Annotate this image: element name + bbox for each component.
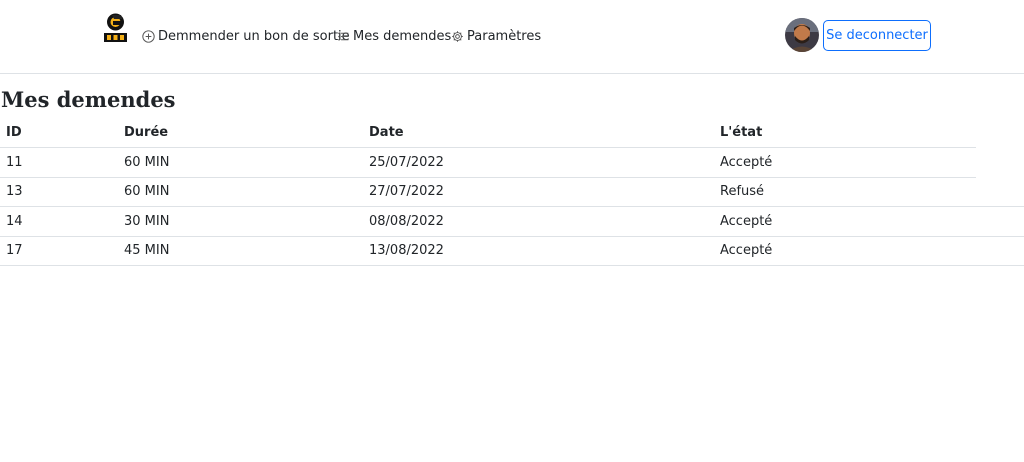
nav-link-label: Demmender un bon de sortie (158, 28, 350, 44)
list-icon (337, 30, 350, 43)
page-title: Mes demendes (1, 87, 176, 112)
cell-status: Refusé (720, 184, 765, 199)
gear-icon (451, 30, 464, 43)
cell-id: 17 (6, 243, 23, 258)
cell-id: 13 (6, 184, 23, 199)
column-header-duration: Durée (124, 125, 169, 140)
cell-date: 27/07/2022 (369, 184, 444, 199)
column-header-id: ID (6, 125, 22, 140)
cell-date: 08/08/2022 (369, 214, 444, 229)
cell-id: 11 (6, 155, 23, 170)
cell-status: Accepté (720, 155, 773, 170)
cell-id: 14 (6, 214, 23, 229)
nav-link-new-request[interactable]: Demmender un bon de sortie (142, 27, 350, 45)
column-header-status: L'état (720, 125, 763, 140)
column-header-date: Date (369, 125, 404, 140)
cell-status: Accepté (720, 243, 773, 258)
gcb-logo[interactable] (103, 11, 128, 43)
table-row: 14 30 MIN 08/08/2022 Accepté (0, 207, 1024, 237)
gcb-logo-icon (104, 13, 127, 42)
user-avatar[interactable] (785, 18, 819, 52)
cell-duration: 60 MIN (124, 184, 170, 199)
cell-status: Accepté (720, 214, 773, 229)
cell-duration: 30 MIN (124, 214, 170, 229)
nav-link-label: Paramètres (467, 28, 542, 44)
cell-duration: 60 MIN (124, 155, 170, 170)
table-header-row: ID Durée Date L'état (0, 118, 976, 148)
table-row: 11 60 MIN 25/07/2022 Accepté (0, 148, 976, 178)
plus-circle-icon (142, 29, 155, 43)
table-row: 13 60 MIN 27/07/2022 Refusé (0, 177, 1024, 207)
cell-date: 13/08/2022 (369, 243, 444, 258)
cell-date: 25/07/2022 (369, 155, 444, 170)
navbar: Demmender un bon de sortie Mes demendes … (0, 0, 1024, 74)
avatar-photo (785, 18, 819, 52)
table-row: 17 45 MIN 13/08/2022 Accepté (0, 236, 1024, 266)
cell-duration: 45 MIN (124, 243, 170, 258)
nav-link-settings[interactable]: Paramètres (451, 27, 541, 45)
logout-button[interactable]: Se deconnecter (823, 20, 931, 51)
nav-link-my-requests[interactable]: Mes demendes (337, 27, 451, 45)
nav-link-label: Mes demendes (353, 28, 452, 44)
